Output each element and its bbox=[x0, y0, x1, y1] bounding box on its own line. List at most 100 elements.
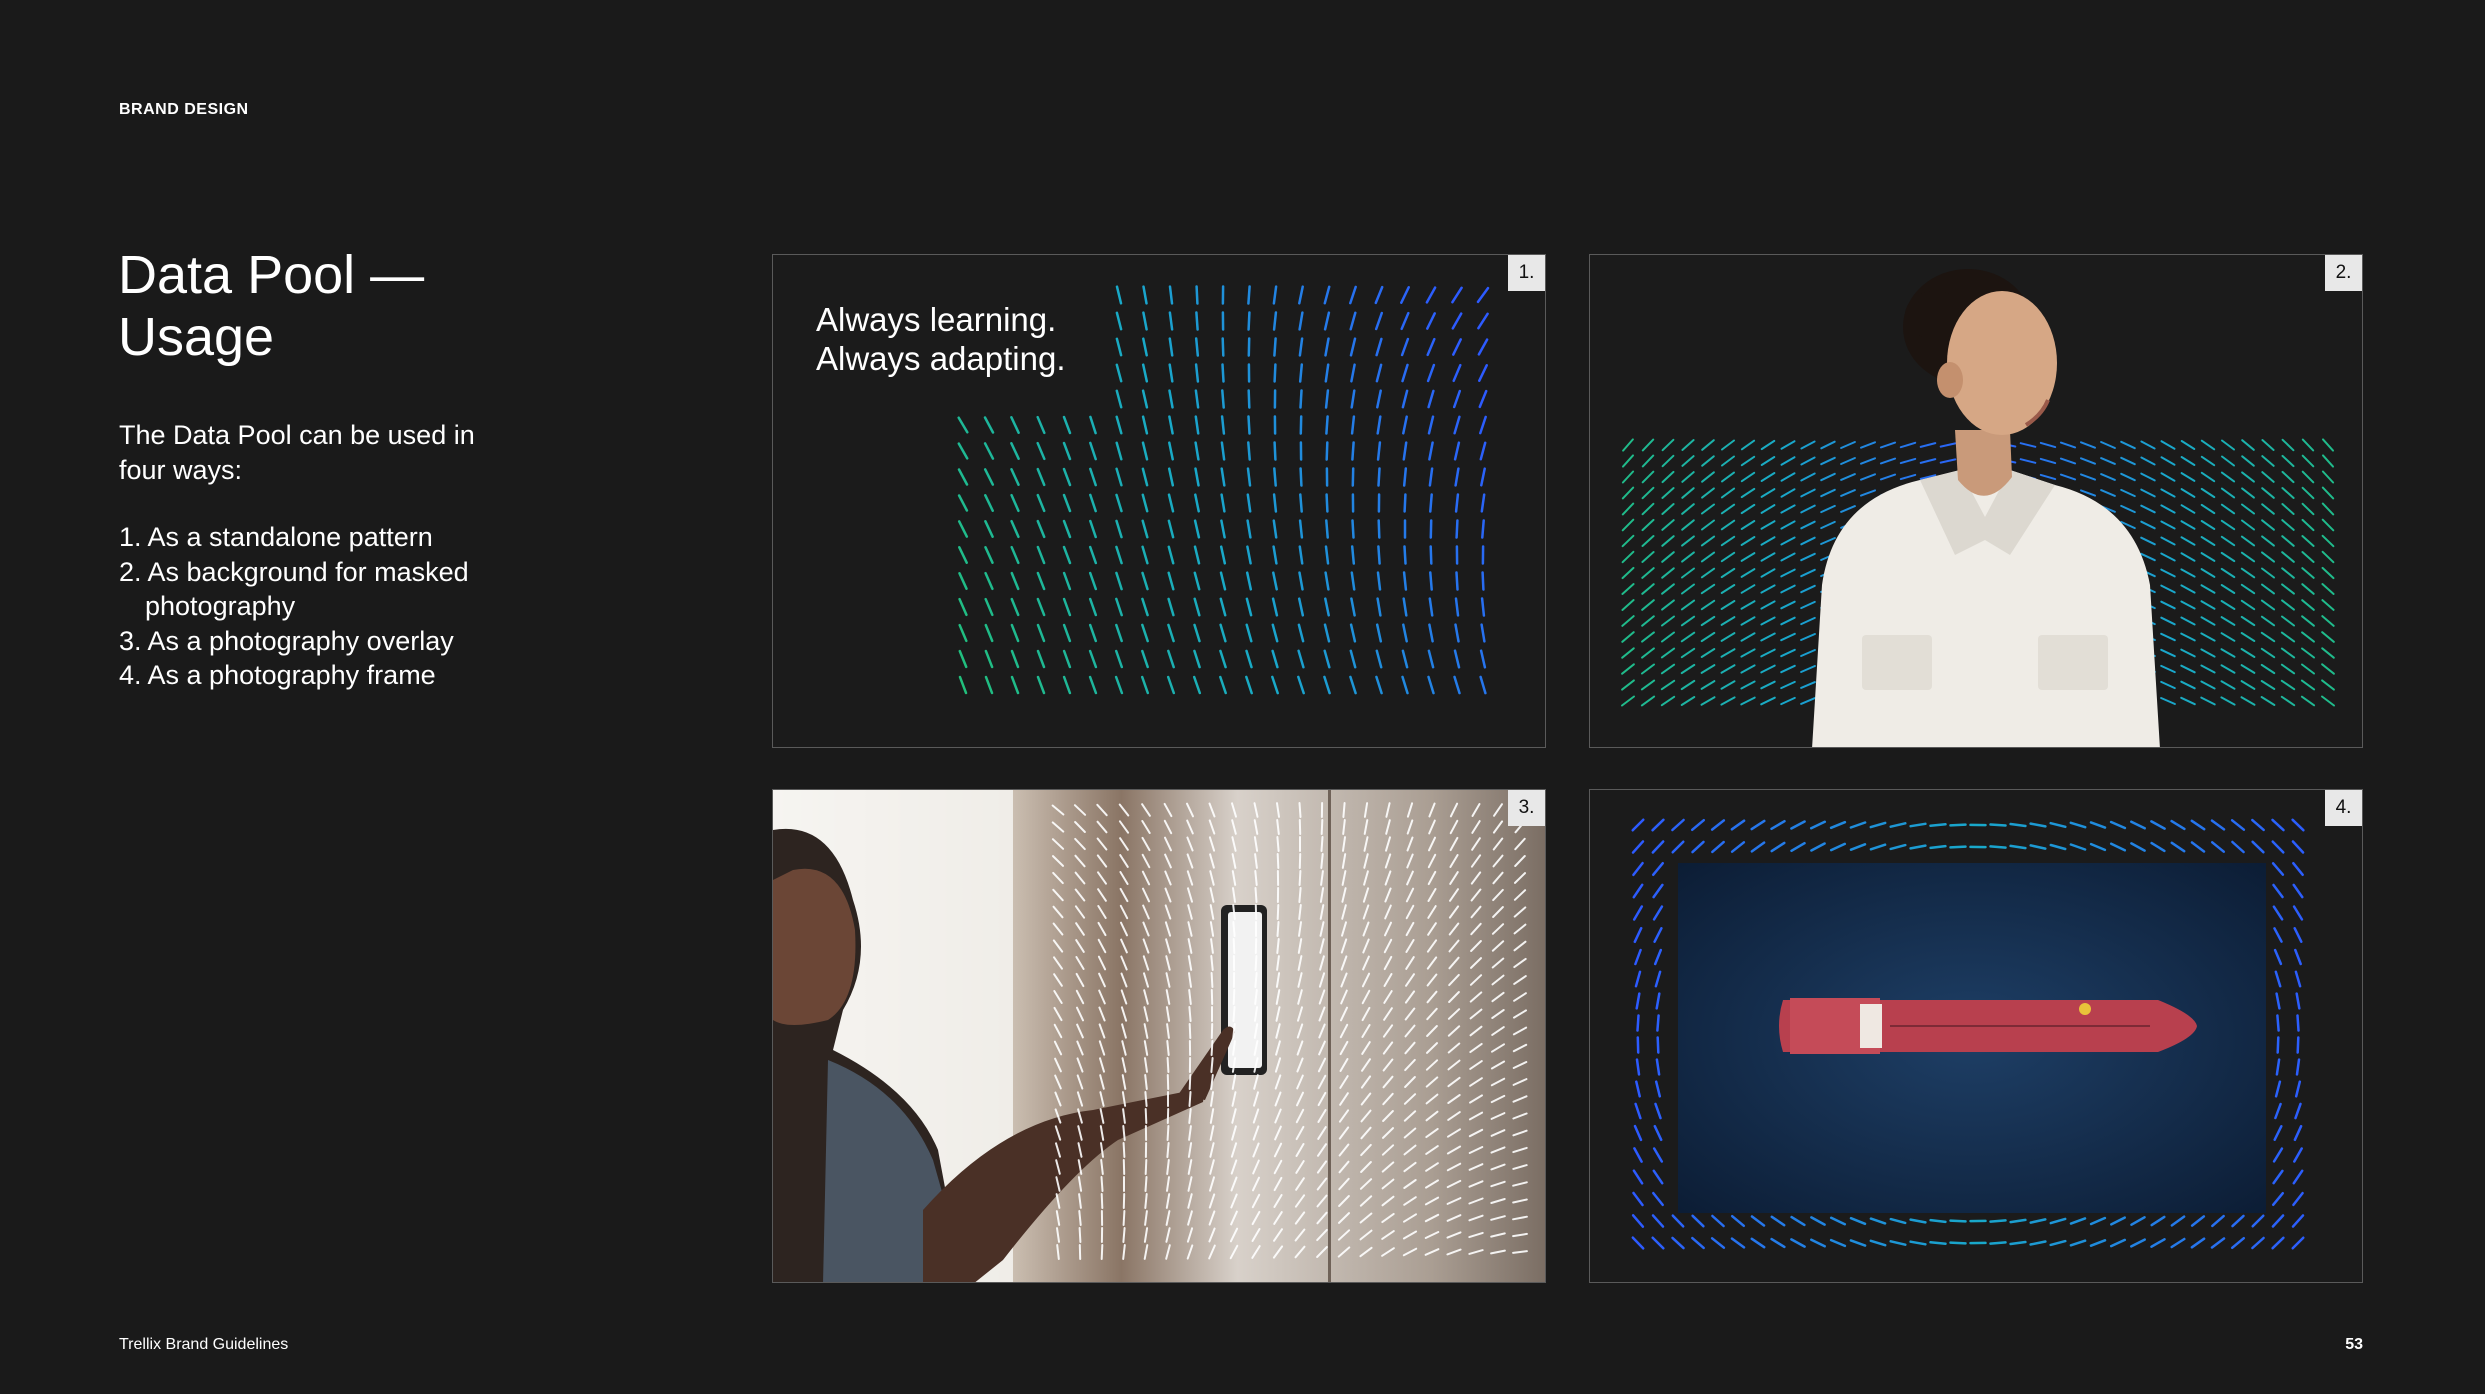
pattern-dash bbox=[958, 675, 968, 695]
pattern-dash bbox=[2275, 992, 2281, 1010]
pattern-dash bbox=[2281, 535, 2295, 547]
pattern-dash bbox=[1633, 926, 1643, 944]
pattern-dash bbox=[2301, 663, 2315, 675]
pattern-dash bbox=[1652, 1147, 1664, 1163]
pattern-dash bbox=[1062, 467, 1072, 487]
pattern-dash bbox=[1036, 545, 1046, 565]
pattern-dash bbox=[1660, 679, 1676, 691]
pattern-dash bbox=[2301, 535, 2315, 547]
pattern-dash bbox=[1641, 631, 1655, 643]
pattern-dash bbox=[1062, 545, 1072, 565]
pattern-dash bbox=[1167, 649, 1175, 669]
pattern-dash bbox=[1800, 488, 1816, 498]
pattern-dash bbox=[1640, 695, 1656, 707]
pattern-dash bbox=[1633, 1147, 1643, 1163]
pattern-dash bbox=[1621, 566, 1635, 580]
pattern-dash bbox=[1122, 1227, 1126, 1243]
pattern-dash bbox=[2301, 551, 2315, 563]
pattern-dash bbox=[1661, 551, 1675, 563]
pattern-dash bbox=[1320, 836, 1324, 852]
pattern-dash bbox=[1193, 571, 1201, 591]
pattern-dash bbox=[2160, 616, 2176, 626]
pattern-dash bbox=[1760, 680, 1776, 690]
pattern-dash bbox=[1429, 545, 1433, 565]
pattern-dash bbox=[1656, 1014, 1660, 1032]
pattern-dash bbox=[1426, 363, 1436, 383]
pattern-dash bbox=[2069, 821, 2087, 829]
pattern-dash bbox=[1661, 470, 1675, 484]
pattern-dash bbox=[1454, 597, 1460, 617]
pattern-dash bbox=[1142, 285, 1148, 305]
pattern-dash bbox=[1949, 1241, 1967, 1245]
pattern-dash bbox=[2260, 680, 2276, 690]
pattern-dash bbox=[1193, 545, 1201, 565]
pattern-dash bbox=[1427, 389, 1435, 409]
pattern-dash bbox=[1324, 389, 1330, 409]
pattern-dash bbox=[1829, 820, 1847, 830]
pattern-dash bbox=[2281, 487, 2295, 499]
pattern-dash bbox=[2080, 473, 2096, 481]
pattern-dash bbox=[1661, 454, 1675, 468]
pattern-dash bbox=[957, 520, 969, 538]
pattern-dash bbox=[2220, 567, 2236, 579]
pattern-dash bbox=[2200, 632, 2216, 642]
pattern-dash bbox=[1402, 597, 1408, 617]
pattern-dash bbox=[1720, 680, 1736, 690]
pattern-dash bbox=[1122, 1210, 1126, 1226]
pattern-dash bbox=[1089, 415, 1097, 435]
pattern-dash bbox=[2281, 454, 2295, 468]
pattern-dash bbox=[1377, 519, 1381, 539]
pattern-dash bbox=[1800, 440, 1816, 450]
pattern-dash bbox=[1325, 519, 1329, 539]
pattern-dash bbox=[2160, 632, 2176, 642]
pattern-dash bbox=[1479, 441, 1487, 461]
pattern-dash bbox=[1635, 1058, 1641, 1076]
pattern-dash bbox=[2220, 471, 2236, 483]
pattern-dash bbox=[1427, 675, 1435, 695]
pattern-dash bbox=[1010, 571, 1020, 591]
pattern-dash bbox=[1376, 389, 1382, 409]
pattern-dash bbox=[1298, 519, 1304, 539]
pattern-dash bbox=[2140, 456, 2156, 466]
pattern-dash bbox=[1193, 597, 1201, 617]
pattern-dash bbox=[1454, 467, 1460, 487]
pattern-dash bbox=[2322, 438, 2334, 452]
pattern-dash bbox=[2029, 1240, 2047, 1246]
pattern-dash bbox=[1428, 597, 1434, 617]
pattern-dash bbox=[1324, 545, 1330, 565]
pattern-dash bbox=[1010, 416, 1020, 434]
pattern-dash bbox=[1220, 493, 1226, 513]
pattern-dash bbox=[1232, 921, 1236, 937]
pattern-dash bbox=[1889, 1240, 1907, 1246]
pattern-dash bbox=[1809, 820, 1827, 830]
pattern-dash bbox=[1245, 597, 1253, 617]
pattern-dash bbox=[1780, 584, 1796, 594]
pattern-dash bbox=[1426, 312, 1436, 330]
pattern-dash bbox=[2260, 631, 2276, 643]
pattern-dash bbox=[1740, 536, 1756, 546]
pattern-dash bbox=[1869, 821, 1887, 829]
pattern-dash bbox=[2291, 1236, 2305, 1250]
intro-text: The Data Pool can be used in four ways: bbox=[119, 420, 475, 485]
pattern-dash bbox=[1671, 840, 1685, 854]
pattern-dash bbox=[2240, 648, 2256, 658]
pattern-dash bbox=[2291, 1214, 2305, 1228]
pattern-dash bbox=[2321, 502, 2335, 516]
pattern-dash bbox=[2180, 536, 2196, 546]
pattern-dash bbox=[2200, 584, 2216, 594]
pattern-dash bbox=[1062, 519, 1072, 539]
pattern-dash bbox=[2160, 488, 2176, 498]
pattern-dash bbox=[1232, 1023, 1236, 1039]
pattern-dash bbox=[1635, 992, 1641, 1010]
pattern-dash bbox=[2280, 647, 2296, 659]
pattern-dash bbox=[1427, 649, 1435, 669]
pattern-dash bbox=[1272, 545, 1278, 565]
pattern-dash bbox=[957, 442, 969, 460]
pattern-dash bbox=[2273, 1125, 2283, 1141]
pattern-dash bbox=[2240, 567, 2256, 579]
pattern-dash bbox=[1402, 415, 1408, 435]
pattern-dash bbox=[1720, 664, 1736, 674]
pattern-dash bbox=[1701, 487, 1715, 499]
pattern-dash bbox=[1062, 597, 1072, 617]
pattern-dash bbox=[1840, 489, 1856, 497]
